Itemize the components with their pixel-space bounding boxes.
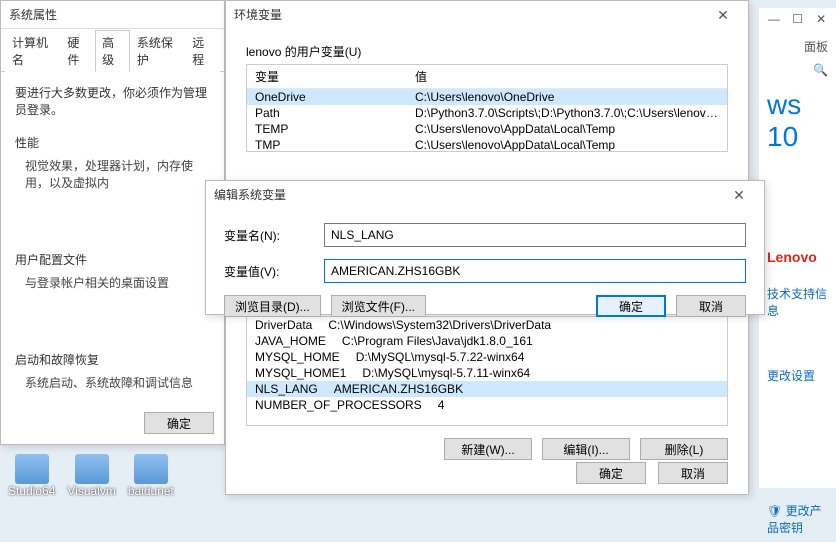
settings-side-panel: — ☐ ✕ 面板 🔍 ws 10 Lenovo 技术支持信息 更改设置 🛡 更改…	[758, 8, 836, 488]
sysprop-ok-button[interactable]: 确定	[144, 412, 214, 434]
edit-title: 编辑系统变量	[214, 181, 286, 209]
system-properties-window: 系统属性 计算机名 硬件 高级 系统保护 远程 要进行大多数更改，你必须作为管理…	[0, 0, 225, 445]
profile-desc: 与登录帐户相关的桌面设置	[25, 274, 210, 291]
desktop-icon[interactable]: Studio64	[8, 454, 55, 498]
var-value-input[interactable]	[324, 259, 746, 283]
var-name-label: 变量名(N):	[224, 227, 324, 244]
table-row[interactable]: NLS_LANGAMERICAN.ZHS16GBK	[247, 381, 727, 397]
edit-cancel-button[interactable]: 取消	[676, 295, 746, 317]
browse-dir-button[interactable]: 浏览目录(D)...	[224, 295, 321, 317]
admin-notice: 要进行大多数更改，你必须作为管理员登录。	[15, 84, 210, 118]
table-row[interactable]: MYSQL_HOME1D:\MySQL\mysql-5.7.11-winx64	[247, 365, 727, 381]
edit-variable-dialog: 编辑系统变量 ✕ 变量名(N): 变量值(V): 浏览目录(D)... 浏览文件…	[205, 180, 765, 315]
tab-computer-name[interactable]: 计算机名	[5, 30, 60, 72]
profile-label: 用户配置文件	[15, 251, 210, 268]
tab-protection[interactable]: 系统保护	[130, 30, 185, 72]
startup-desc: 系统启动、系统故障和调试信息	[25, 374, 210, 391]
minimize-icon[interactable]: —	[765, 12, 783, 30]
perf-label: 性能	[15, 134, 210, 151]
table-row[interactable]: JAVA_HOMEC:\Program Files\Java\jdk1.8.0_…	[247, 333, 727, 349]
maximize-icon[interactable]: ☐	[789, 12, 807, 30]
panel-label: 面板	[759, 34, 836, 59]
search-icon[interactable]: 🔍	[759, 59, 836, 81]
browse-file-button[interactable]: 浏览文件(F)...	[331, 295, 426, 317]
brand-logo: Lenovo	[759, 241, 836, 273]
perf-desc: 视觉效果，处理器计划，内存使用，以及虚拟内	[25, 157, 210, 191]
desktop-icon[interactable]: Visualvm	[67, 454, 115, 498]
change-settings-link[interactable]: 更改设置	[759, 361, 836, 390]
desktop-icons: Studio64 Visualvm baidunet	[0, 460, 225, 500]
envvar-close-icon[interactable]: ✕	[706, 1, 740, 29]
tech-support-link[interactable]: 技术支持信息	[759, 279, 836, 325]
col-value[interactable]: 值	[407, 65, 727, 88]
tab-remote[interactable]: 远程	[185, 30, 220, 72]
user-vars-label: lenovo 的用户变量(U)	[246, 43, 728, 60]
delete-button[interactable]: 删除(L)	[640, 438, 728, 460]
table-row[interactable]: OneDriveC:\Users\lenovo\OneDrive	[247, 89, 727, 105]
envvar-cancel-button[interactable]: 取消	[658, 462, 728, 484]
sysprop-tabs: 计算机名 硬件 高级 系统保护 远程	[1, 29, 224, 72]
table-row[interactable]: TEMPC:\Users\lenovo\AppData\Local\Temp	[247, 121, 727, 137]
table-row[interactable]: NUMBER_OF_PROCESSORS4	[247, 397, 727, 413]
envvar-ok-button[interactable]: 确定	[576, 462, 646, 484]
new-button[interactable]: 新建(W)...	[444, 438, 532, 460]
system-vars-table[interactable]: DriverDataC:\Windows\System32\Drivers\Dr…	[246, 316, 728, 426]
sysprop-title: 系统属性	[9, 1, 57, 29]
startup-label: 启动和故障恢复	[15, 351, 210, 368]
edit-button[interactable]: 编辑(I)...	[542, 438, 630, 460]
var-value-label: 变量值(V):	[224, 263, 324, 280]
table-row[interactable]: TMPC:\Users\lenovo\AppData\Local\Temp	[247, 137, 727, 152]
desktop-icon[interactable]: baidunet	[128, 454, 174, 498]
edit-close-icon[interactable]: ✕	[722, 181, 756, 209]
envvar-title: 环境变量	[234, 1, 282, 29]
tab-advanced[interactable]: 高级	[95, 30, 130, 72]
close-icon[interactable]: ✕	[812, 12, 830, 30]
var-name-input[interactable]	[324, 223, 746, 247]
user-vars-table[interactable]: 变量 值 OneDriveC:\Users\lenovo\OneDrivePat…	[246, 64, 728, 152]
col-variable[interactable]: 变量	[247, 65, 407, 88]
tab-hardware[interactable]: 硬件	[60, 30, 95, 72]
edit-ok-button[interactable]: 确定	[596, 295, 666, 317]
product-key-link[interactable]: 🛡 更改产品密钥	[759, 496, 836, 542]
table-row[interactable]: PathD:\Python3.7.0\Scripts\;D:\Python3.7…	[247, 105, 727, 121]
table-row[interactable]: MYSQL_HOMED:\MySQL\mysql-5.7.22-winx64	[247, 349, 727, 365]
windows-logo: ws 10	[759, 81, 836, 161]
